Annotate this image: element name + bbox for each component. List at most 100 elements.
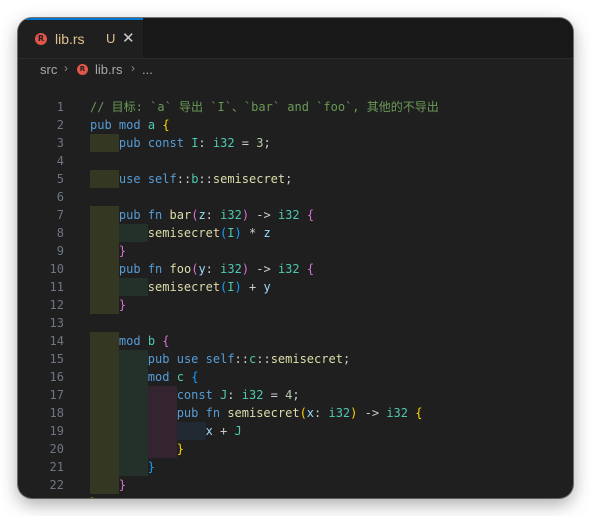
code-token: fn xyxy=(205,406,221,420)
code-token: z xyxy=(263,226,271,240)
code-token: -> xyxy=(249,208,278,222)
line-number: 11 xyxy=(49,280,64,294)
code-token: ; xyxy=(263,136,271,150)
code-token: ) xyxy=(241,262,250,276)
code-token: J xyxy=(234,424,242,438)
code-text: mod c { xyxy=(90,368,199,386)
code-token: c xyxy=(176,370,184,384)
code-token: { xyxy=(306,262,315,276)
code-token: ; xyxy=(292,388,300,402)
code-token: x xyxy=(205,424,213,438)
code-token: = xyxy=(263,388,286,402)
code-token: } xyxy=(118,244,127,258)
code-token: a xyxy=(147,118,156,132)
code-token: i32 xyxy=(220,208,242,222)
code-text: } xyxy=(90,458,155,476)
code-text: pub fn semisecret(x: i32) -> i32 { xyxy=(90,404,423,422)
line-number: 1 xyxy=(56,100,64,114)
code-token: : xyxy=(227,388,242,402)
code-text: } xyxy=(90,296,126,314)
code-token: + xyxy=(212,424,235,438)
code-line: 16 mod c { xyxy=(18,368,573,386)
code-token: self xyxy=(147,172,177,186)
breadcrumb-symbol-more[interactable]: ... xyxy=(142,62,153,77)
code-token: const xyxy=(147,136,184,150)
line-number: 15 xyxy=(49,352,64,366)
code-token: pub xyxy=(118,136,141,150)
code-token: -> xyxy=(357,406,387,420)
code-token: } xyxy=(90,496,97,498)
code-token: const xyxy=(176,388,213,402)
line-number: 21 xyxy=(49,460,64,474)
line-number: 17 xyxy=(49,388,64,402)
untracked-status-badge: U xyxy=(106,31,116,46)
code-token: semisecret xyxy=(212,172,286,186)
code-token: i32 xyxy=(220,262,242,276)
tab-lib-rs[interactable]: R lib.rs U ✕ xyxy=(18,18,143,58)
code-text: pub fn bar(z: i32) -> i32 { xyxy=(90,206,314,224)
code-text: // 目标: `a` 导出 `I`、`bar` and `foo`, 其他的不导… xyxy=(90,98,439,116)
line-number: 18 xyxy=(49,406,64,420)
code-editor[interactable]: 1 // 目标: `a` 导出 `I`、`bar` and `foo`, 其他的不… xyxy=(18,81,573,498)
code-line: 7 pub fn bar(z: i32) -> i32 { xyxy=(18,206,573,224)
code-text: const J: i32 = 4; xyxy=(90,386,300,404)
breadcrumb-folder-src[interactable]: src xyxy=(40,62,57,77)
code-token: i32 xyxy=(328,406,351,420)
close-icon[interactable]: ✕ xyxy=(122,29,135,47)
line-number: 23 xyxy=(18,494,64,498)
code-token: use xyxy=(176,352,199,366)
code-line: 13 xyxy=(18,314,573,332)
code-token: { xyxy=(162,334,170,348)
code-token: semisecret xyxy=(147,226,221,240)
code-token: pub xyxy=(147,352,170,366)
line-number: 16 xyxy=(49,370,64,384)
code-token: :: xyxy=(234,352,249,366)
code-line: 20 } xyxy=(18,440,573,458)
tab-bar: R lib.rs U ✕ xyxy=(18,18,573,59)
code-line: 3 pub const I: i32 = 3; xyxy=(18,134,573,152)
line-number: 14 xyxy=(49,334,64,348)
code-text: } xyxy=(90,494,97,498)
code-token: y xyxy=(198,262,206,276)
code-text: pub fn foo(y: i32) -> i32 { xyxy=(90,260,314,278)
code-text: pub const I: i32 = 3; xyxy=(90,134,271,152)
code-line: 2 pub mod a { xyxy=(18,116,573,134)
code-token: ) xyxy=(241,208,250,222)
code-token: i32 xyxy=(241,388,264,402)
line-number: 9 xyxy=(56,244,64,258)
code-token: x xyxy=(306,406,315,420)
breadcrumb-file-lib-rs[interactable]: lib.rs xyxy=(95,62,122,77)
chevron-right-icon: › xyxy=(131,61,135,75)
code-token: use xyxy=(118,172,141,186)
code-token: bar xyxy=(169,208,192,222)
line-number: 20 xyxy=(49,442,64,456)
code-token: mod xyxy=(118,118,141,132)
code-line: 5 use self::b::semisecret; xyxy=(18,170,573,188)
code-text: semisecret(I) * z xyxy=(90,224,271,242)
tab-label: lib.rs xyxy=(55,31,85,47)
code-token: i32 xyxy=(277,262,300,276)
code-token: } xyxy=(118,478,127,492)
code-token: ; xyxy=(342,352,351,366)
code-text: semisecret(I) + y xyxy=(90,278,271,296)
rust-file-icon: R xyxy=(77,64,88,75)
code-token: :: xyxy=(176,172,192,186)
line-number: 8 xyxy=(56,226,64,240)
line-number: 22 xyxy=(49,478,64,492)
